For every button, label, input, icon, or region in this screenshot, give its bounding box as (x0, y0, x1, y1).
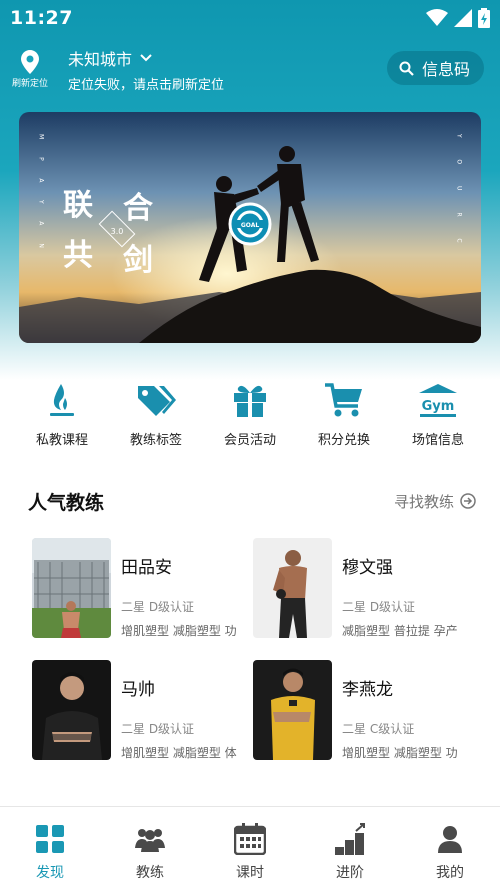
user-icon (438, 826, 462, 853)
promo-banner[interactable]: GOAL 联 合 共 剑 3.0 MPAYAN YOURC (19, 112, 481, 343)
menu-points-exchange[interactable]: 积分兑换 (304, 380, 384, 455)
coach-photo (32, 660, 111, 760)
menu-label: 教练标签 (129, 433, 182, 448)
gym-icon: Gym (419, 384, 457, 417)
tags-icon (138, 386, 176, 416)
city-selector[interactable]: 未知城市 定位失败，请点击刷新定位 (68, 46, 224, 93)
app-header: 刷新定位 未知城市 定位失败，请点击刷新定位 信息码 (0, 44, 500, 94)
banner-title-char: 联 (63, 188, 93, 223)
search-icon (399, 61, 414, 76)
signal-icon (454, 9, 472, 27)
banner-logo-text: GOAL (241, 222, 260, 229)
banner-title-char: 共 (63, 238, 93, 273)
nav-coaches[interactable]: 教练 (100, 807, 200, 889)
coach-card[interactable]: 马帅 二星 D级认证 增肌塑型 减脂塑型 体 (32, 660, 252, 760)
coach-tags: 增肌塑型 减脂塑型 功 (342, 746, 458, 760)
chevron-down-icon (140, 53, 152, 61)
refresh-location-label: 刷新定位 (11, 78, 48, 89)
banner-side-left: MPAYAN (38, 134, 45, 266)
menu-coach-tags[interactable]: 教练标签 (116, 380, 196, 455)
nav-advance[interactable]: 进阶 (300, 807, 400, 889)
banner-side-right: YOURC (456, 133, 463, 265)
nav-label: 教练 (136, 865, 164, 881)
coach-level: 二星 D级认证 (342, 600, 416, 614)
find-coach-link[interactable]: 寻找教练 (394, 491, 476, 512)
nav-label: 我的 (436, 865, 464, 881)
podium-icon (335, 823, 365, 855)
menu-label: 私教课程 (35, 433, 88, 448)
section-title: 人气教练 (28, 491, 105, 514)
group-icon (135, 829, 165, 852)
refresh-location-button[interactable]: 刷新定位 (0, 49, 60, 89)
grid-icon (36, 825, 64, 853)
coach-level: 二星 D级认证 (121, 722, 195, 736)
status-icons (426, 8, 490, 28)
bottom-nav: 发现 教练 课时 进阶 我的 (0, 806, 500, 889)
gift-icon (234, 385, 266, 417)
coach-name: 穆文强 (342, 558, 393, 578)
battery-icon (478, 8, 490, 28)
menu-label: 积分兑换 (317, 433, 370, 448)
menu-private-lessons[interactable]: 私教课程 (22, 380, 102, 455)
coach-card[interactable]: 田品安 二星 D级认证 增肌塑型 减脂塑型 功 (32, 538, 252, 638)
status-bar: 11:27 (0, 0, 500, 36)
nav-lessons[interactable]: 课时 (200, 807, 300, 889)
flame-icon (50, 384, 74, 416)
city-name: 未知城市 (68, 49, 133, 69)
location-error-text: 定位失败，请点击刷新定位 (68, 77, 225, 93)
calendar-icon (234, 823, 266, 855)
coach-level: 二星 C级认证 (342, 722, 415, 736)
menu-venue-info[interactable]: Gym 场馆信息 (398, 380, 478, 455)
coach-tags: 增肌塑型 减脂塑型 体 (121, 746, 237, 760)
banner-title-char: 剑 (123, 243, 153, 278)
find-coach-label: 寻找教练 (393, 492, 454, 511)
coach-name: 马帅 (121, 680, 155, 700)
popular-coaches-header: 人气教练 寻找教练 (28, 486, 476, 516)
coach-card[interactable]: 穆文强 二星 D级认证 减脂塑型 普拉提 孕产 (253, 538, 473, 638)
nav-label: 课时 (236, 865, 264, 881)
banner-version: 3.0 (111, 227, 124, 236)
quick-menu: 私教课程 教练标签 会员活动 积分兑换 Gym 场馆信息 (0, 380, 500, 455)
coach-level: 二星 D级认证 (121, 600, 195, 614)
nav-mine[interactable]: 我的 (400, 807, 500, 889)
gym-icon-text: Gym (422, 399, 455, 414)
coach-tags: 增肌塑型 减脂塑型 功 (121, 624, 237, 638)
menu-label: 会员活动 (223, 433, 276, 448)
coach-name: 田品安 (121, 558, 172, 578)
coach-name: 李燕龙 (342, 680, 393, 700)
coach-photo (253, 660, 332, 760)
location-pin-icon (21, 49, 39, 74)
nav-discover[interactable]: 发现 (0, 807, 100, 889)
coach-tags: 减脂塑型 普拉提 孕产 (342, 624, 458, 638)
cart-icon (325, 383, 362, 417)
arrow-right-circle-icon (460, 493, 476, 509)
info-code-button[interactable]: 信息码 (386, 51, 484, 85)
coach-photo (253, 538, 332, 638)
menu-label: 场馆信息 (411, 433, 464, 448)
info-code-label: 信息码 (421, 60, 470, 79)
nav-label: 进阶 (336, 865, 364, 881)
status-time: 11:27 (10, 7, 73, 29)
banner-title-char: 合 (123, 191, 153, 226)
coach-photo (32, 538, 111, 638)
menu-member-activities[interactable]: 会员活动 (210, 380, 290, 455)
nav-label: 发现 (36, 865, 64, 881)
coach-card[interactable]: 李燕龙 二星 C级认证 增肌塑型 减脂塑型 功 (253, 660, 473, 760)
wifi-icon (426, 9, 448, 26)
